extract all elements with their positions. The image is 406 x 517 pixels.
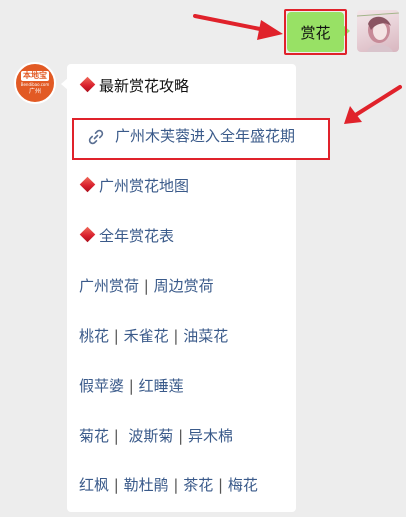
outgoing-highlight-box <box>284 9 347 55</box>
link-icon <box>88 129 104 145</box>
keyword-link[interactable]: 红睡莲 <box>139 377 184 395</box>
keyword-row: 假苹婆 | 红睡莲 <box>79 376 184 396</box>
separator: | <box>124 377 139 395</box>
bot-avatar[interactable]: 本地宝 Bendibao.com 广州 <box>14 62 56 104</box>
keyword-link[interactable]: 禾雀花 <box>124 327 169 345</box>
keyword-row: 桃花 | 禾雀花 | 油菜花 <box>79 326 228 346</box>
flower-map-label: 广州赏花地图 <box>99 177 190 195</box>
red-diamond-icon <box>79 176 96 193</box>
keyword-link[interactable]: 红枫 <box>79 476 109 494</box>
keyword-link[interactable]: 异木棉 <box>188 427 233 445</box>
keyword-link[interactable]: 桃花 <box>79 327 109 345</box>
red-diamond-icon <box>79 226 96 243</box>
keyword-link[interactable]: 勒杜鹃 <box>124 476 169 494</box>
portrait-icon <box>357 12 399 52</box>
red-arrow-icon <box>193 14 283 40</box>
reply-heading-text: 最新赏花攻略 <box>99 77 190 95</box>
separator: | <box>109 476 124 494</box>
keyword-link[interactable]: 梅花 <box>228 476 258 494</box>
keyword-row: 广州赏荷 | 周边赏荷 <box>79 276 214 296</box>
reply-heading-latest-guide: 最新赏花攻略 <box>79 76 189 96</box>
red-diamond-icon <box>79 76 96 93</box>
keyword-link[interactable]: 茶花 <box>183 476 213 494</box>
article-link[interactable]: 广州木芙蓉进入全年盛花期 <box>115 124 295 148</box>
keyword-row: 红枫 | 勒杜鹃 | 茶花 | 梅花 <box>79 475 258 495</box>
keyword-row: 菊花 | 波斯菊 | 异木棉 <box>79 426 233 446</box>
reply-link-yearly-table[interactable]: 全年赏花表 <box>79 226 174 246</box>
separator: | <box>109 427 124 445</box>
keyword-link[interactable]: 周边赏荷 <box>154 277 214 295</box>
keyword-link[interactable]: 广州赏荷 <box>79 277 139 295</box>
user-avatar[interactable] <box>357 10 399 52</box>
separator: | <box>168 327 184 345</box>
reply-link-flower-map[interactable]: 广州赏花地图 <box>79 176 189 196</box>
separator: | <box>139 277 154 295</box>
yearly-table-label: 全年赏花表 <box>99 227 175 245</box>
bot-logo-text: 本地宝 <box>21 70 49 81</box>
separator: | <box>213 476 228 494</box>
separator: | <box>109 327 124 345</box>
keyword-link[interactable]: 菊花 <box>79 427 109 445</box>
separator: | <box>168 476 184 494</box>
keyword-link[interactable]: 波斯菊 <box>124 427 173 445</box>
bot-logo-city: 广州 <box>28 87 41 95</box>
keyword-link[interactable]: 油菜花 <box>183 327 228 345</box>
separator: | <box>173 427 188 445</box>
keyword-link[interactable]: 假苹婆 <box>79 377 124 395</box>
red-arrow-icon <box>344 85 402 124</box>
